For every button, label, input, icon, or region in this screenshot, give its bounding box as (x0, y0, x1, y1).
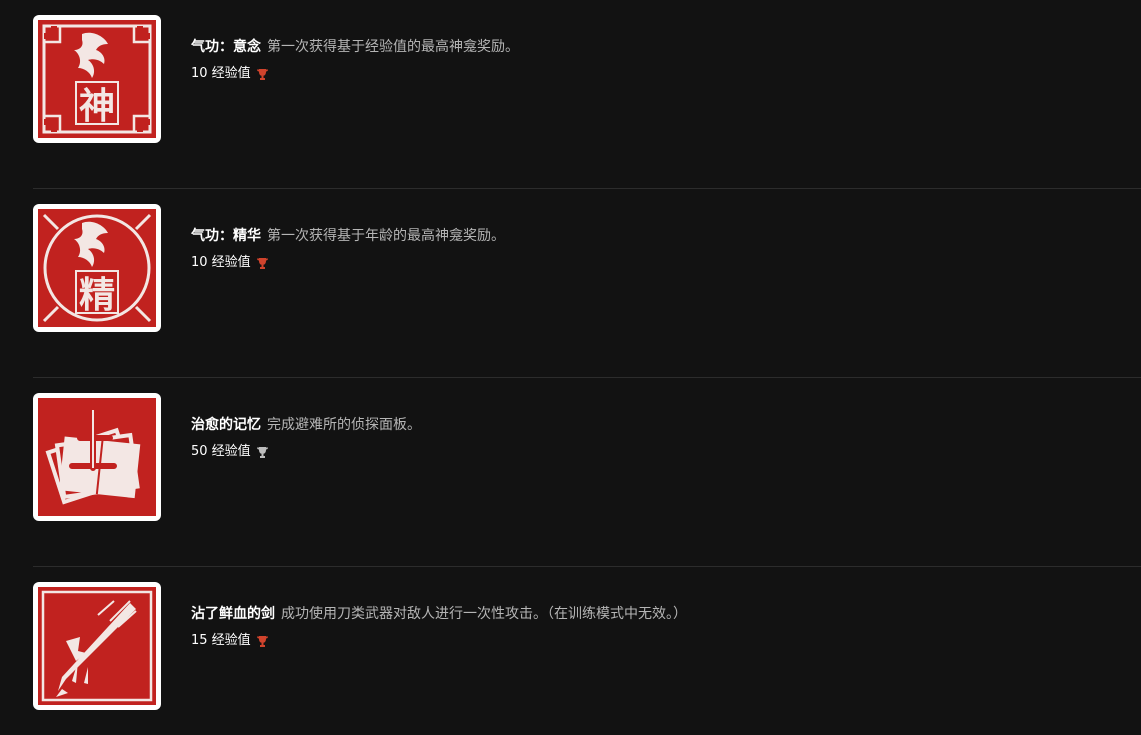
achievement-name: 气功：精华 (191, 228, 261, 244)
achievement-text: 沾了鲜血的剑 成功使用刀类武器对敌人进行一次性攻击。（在训练模式中无效。） 15 … (191, 604, 687, 649)
bronze-trophy-icon (256, 257, 269, 270)
achievement-list: 神 气功：意念 第一次获得基于经验值的最高神龛奖励。 10 经验值 精 气功：精… (0, 0, 1141, 735)
achievement-text: 气功：精华 第一次获得基于年龄的最高神龛奖励。 10 经验值 (191, 226, 505, 271)
essence-seal-icon: 精 (33, 204, 161, 332)
achievement-description: 完成避难所的侦探面板。 (267, 417, 421, 433)
achievement-name: 治愈的记忆 (191, 417, 261, 433)
achievement-title-line: 气功：意念 第一次获得基于经验值的最高神龛奖励。 (191, 37, 519, 57)
achievement-row[interactable]: 沾了鲜血的剑 成功使用刀类武器对敌人进行一次性攻击。（在训练模式中无效。） 15 … (33, 567, 1141, 735)
achievement-xp: 10 经验值 (191, 66, 519, 82)
bronze-trophy-icon (256, 635, 269, 648)
achievement-row[interactable]: 精 气功：精华 第一次获得基于年龄的最高神龛奖励。 10 经验值 (33, 189, 1141, 378)
achievement-xp: 10 经验值 (191, 255, 505, 271)
achievement-xp: 15 经验值 (191, 633, 687, 649)
shrine-seal-icon: 神 (33, 15, 161, 143)
achievement-row[interactable]: 神 气功：意念 第一次获得基于经验值的最高神龛奖励。 10 经验值 (33, 0, 1141, 189)
xp-value: 50 经验值 (191, 444, 251, 459)
detective-board-icon (33, 393, 161, 521)
bronze-trophy-icon (256, 68, 269, 81)
svg-text:精: 精 (79, 275, 115, 316)
svg-text:神: 神 (79, 86, 115, 127)
achievement-description: 第一次获得基于年龄的最高神龛奖励。 (267, 228, 505, 244)
xp-value: 10 经验值 (191, 66, 251, 81)
xp-value: 10 经验值 (191, 255, 251, 270)
achievement-description: 成功使用刀类武器对敌人进行一次性攻击。（在训练模式中无效。） (281, 606, 687, 622)
achievement-name: 气功：意念 (191, 39, 261, 55)
xp-value: 15 经验值 (191, 633, 251, 648)
achievement-xp: 50 经验值 (191, 444, 421, 460)
achievement-title-line: 气功：精华 第一次获得基于年龄的最高神龛奖励。 (191, 226, 505, 246)
achievement-title-line: 治愈的记忆 完成避难所的侦探面板。 (191, 415, 421, 435)
achievement-name: 沾了鲜血的剑 (191, 606, 275, 622)
achievement-row[interactable]: 治愈的记忆 完成避难所的侦探面板。 50 经验值 (33, 378, 1141, 567)
achievement-title-line: 沾了鲜血的剑 成功使用刀类武器对敌人进行一次性攻击。（在训练模式中无效。） (191, 604, 687, 624)
achievement-text: 治愈的记忆 完成避难所的侦探面板。 50 经验值 (191, 415, 421, 460)
achievement-text: 气功：意念 第一次获得基于经验值的最高神龛奖励。 10 经验值 (191, 37, 519, 82)
silver-trophy-icon (256, 446, 269, 459)
bloody-sword-icon (33, 582, 161, 710)
achievement-description: 第一次获得基于经验值的最高神龛奖励。 (267, 39, 519, 55)
